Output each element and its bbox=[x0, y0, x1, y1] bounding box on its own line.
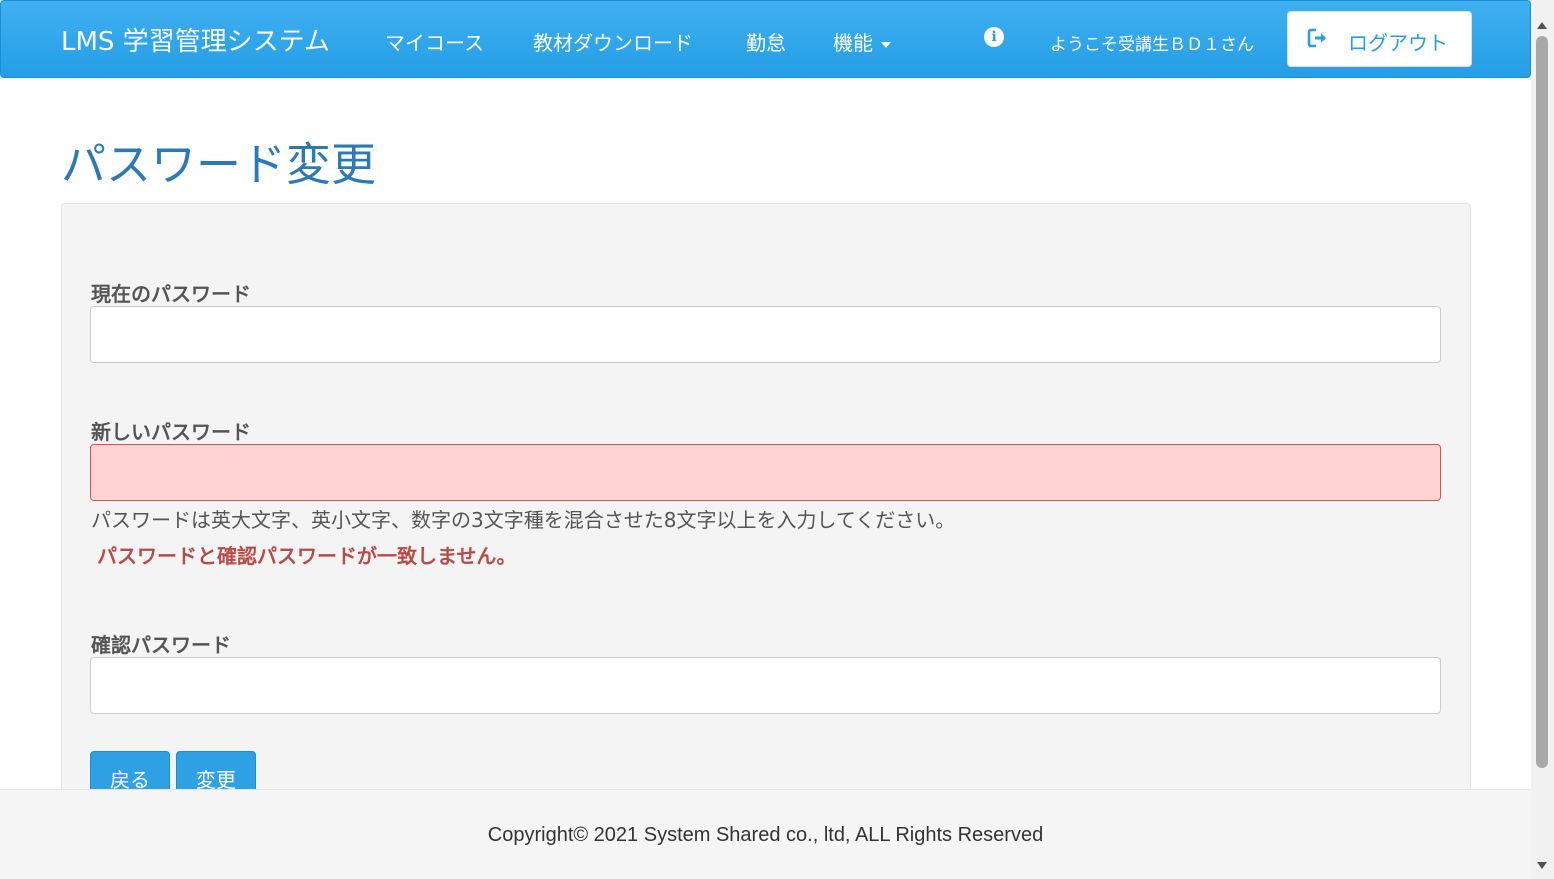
footer: Copyright© 2021 System Shared co., ltd, … bbox=[0, 789, 1531, 879]
copyright-text: Copyright© 2021 System Shared co., ltd, … bbox=[487, 824, 1044, 846]
scroll-down-arrow-icon[interactable] bbox=[1537, 862, 1547, 869]
new-password-label: 新しいパスワード bbox=[91, 420, 251, 444]
confirm-password-label: 確認パスワード bbox=[91, 633, 231, 657]
nav-material-download[interactable]: 教材ダウンロード bbox=[533, 27, 693, 56]
password-help-text: パスワードは英大文字、英小文字、数字の3文字種を混合させた8文字以上を入力してく… bbox=[91, 508, 956, 532]
info-circle-icon[interactable]: i bbox=[984, 27, 1004, 47]
password-mismatch-error: パスワードと確認パスワードが一致しません。 bbox=[97, 544, 517, 568]
logout-button[interactable]: ログアウト bbox=[1287, 11, 1472, 67]
new-password-input[interactable] bbox=[90, 444, 1441, 501]
welcome-message: ようこそ受講生ＢＤ１さん bbox=[1050, 35, 1254, 55]
caret-down-icon bbox=[881, 41, 891, 48]
confirm-password-input[interactable] bbox=[90, 657, 1441, 714]
brand-link[interactable]: LMS 学習管理システム bbox=[61, 21, 330, 58]
current-password-input[interactable] bbox=[90, 306, 1441, 363]
scroll-up-arrow-icon[interactable] bbox=[1537, 22, 1547, 29]
nav-my-course[interactable]: マイコース bbox=[385, 27, 484, 56]
current-password-label: 現在のパスワード bbox=[91, 282, 251, 306]
top-navbar: LMS 学習管理システム マイコース 教材ダウンロード 勤怠 機能 i ようこそ… bbox=[0, 0, 1531, 78]
logout-label: ログアウト bbox=[1348, 31, 1448, 55]
page-title: パスワード変更 bbox=[61, 138, 377, 191]
nav-features-label: 機能 bbox=[833, 31, 873, 55]
sign-out-icon bbox=[1307, 28, 1326, 48]
nav-attendance[interactable]: 勤怠 bbox=[746, 27, 786, 56]
scrollbar-thumb[interactable] bbox=[1536, 36, 1548, 768]
vertical-scrollbar[interactable] bbox=[1531, 0, 1554, 879]
nav-features-dropdown[interactable]: 機能 bbox=[833, 27, 891, 56]
